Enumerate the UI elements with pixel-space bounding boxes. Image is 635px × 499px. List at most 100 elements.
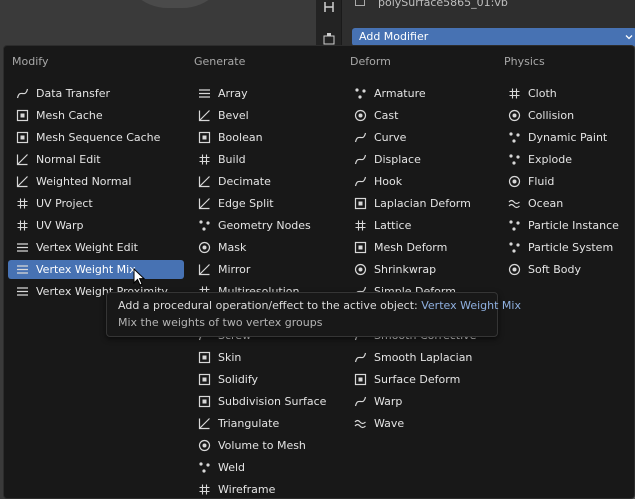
properties-tabs — [316, 0, 342, 46]
tooltip-operator: Vertex Weight Mix — [421, 299, 521, 312]
weld-icon — [199, 462, 210, 473]
normal-edit-icon — [16, 154, 28, 166]
menu-item-explode[interactable]: Explode — [500, 150, 628, 169]
menu-item-particle-system[interactable]: Particle System — [500, 238, 628, 257]
menu-item-warp[interactable]: Warp — [346, 392, 494, 411]
menu-item-label: Particle System — [528, 241, 614, 254]
menu-item-label: UV Project — [36, 197, 93, 210]
menu-item-label: Mirror — [218, 263, 251, 276]
menu-item-boolean[interactable]: Boolean — [190, 128, 340, 147]
hook-icon — [354, 176, 367, 187]
mesh-deform-icon — [354, 241, 367, 254]
build-icon — [199, 154, 210, 165]
menu-item-array[interactable]: Array — [190, 84, 340, 103]
menu-item-subdivision-surface[interactable]: Subdivision Surface — [190, 392, 340, 411]
menu-item-label: Shrinkwrap — [374, 263, 437, 276]
menu-item-normal-edit[interactable]: Normal Edit — [8, 150, 184, 169]
column-header-generate: Generate — [194, 55, 246, 68]
menu-item-label: Warp — [374, 395, 403, 408]
menu-item-ocean[interactable]: Ocean — [500, 194, 628, 213]
menu-item-lattice[interactable]: Lattice — [346, 216, 494, 235]
menu-item-skin[interactable]: Skin — [190, 348, 340, 367]
menu-item-wave[interactable]: Wave — [346, 414, 494, 433]
menu-item-label: Laplacian Deform — [374, 197, 471, 210]
menu-item-solidify[interactable]: Solidify — [190, 370, 340, 389]
object-mesh-icon — [355, 0, 365, 6]
mouse-cursor-icon — [133, 268, 146, 286]
menu-item-label: Normal Edit — [36, 153, 101, 166]
boolean-icon — [198, 131, 211, 144]
menu-item-label: Cast — [374, 109, 399, 122]
menu-item-label: Bevel — [218, 109, 249, 122]
surface-deform-icon — [354, 373, 367, 386]
menu-item-smooth-laplacian[interactable]: Smooth Laplacian — [346, 348, 494, 367]
menu-item-label: Explode — [528, 153, 572, 166]
lattice-icon — [355, 220, 366, 231]
explode-icon — [509, 154, 520, 165]
menu-item-decimate[interactable]: Decimate — [190, 172, 340, 191]
chevron-down-icon — [625, 35, 633, 40]
menu-item-armature[interactable]: Armature — [346, 84, 494, 103]
menu-item-mirror[interactable]: Mirror — [190, 260, 340, 279]
menu-item-weighted-normal[interactable]: Weighted Normal — [8, 172, 184, 191]
vertex-weight-icon — [17, 265, 28, 274]
menu-item-label: Hook — [374, 175, 403, 188]
tooltip-description: Add a procedural operation/effect to the… — [118, 299, 521, 312]
menu-item-label: Vertex Weight Edit — [36, 241, 138, 254]
menu-item-label: Data Transfer — [36, 87, 110, 100]
modifier-tab-icon[interactable] — [322, 0, 336, 14]
menu-item-wireframe[interactable]: Wireframe — [190, 480, 340, 499]
menu-item-label: Triangulate — [218, 417, 280, 430]
menu-item-fluid[interactable]: Fluid — [500, 172, 628, 191]
menu-item-label: Mesh Sequence Cache — [36, 131, 161, 144]
menu-item-cloth[interactable]: Cloth — [500, 84, 628, 103]
dynamic-paint-icon — [509, 132, 520, 143]
menu-item-mesh-deform[interactable]: Mesh Deform — [346, 238, 494, 257]
menu-item-label: Solidify — [218, 373, 259, 386]
menu-item-label: Mask — [218, 241, 247, 254]
viewport-object — [120, 0, 230, 8]
menu-item-build[interactable]: Build — [190, 150, 340, 169]
subdivision-surface-icon — [198, 395, 211, 408]
menu-item-mask[interactable]: Mask — [190, 238, 340, 257]
menu-item-label: Skin — [218, 351, 242, 364]
menu-item-soft-body[interactable]: Soft Body — [500, 260, 628, 279]
menu-item-label: Armature — [374, 87, 426, 100]
particles-tab-icon[interactable] — [322, 32, 336, 46]
menu-item-label: Mesh Deform — [374, 241, 448, 254]
menu-item-hook[interactable]: Hook — [346, 172, 494, 191]
menu-item-label: Weighted Normal — [36, 175, 132, 188]
menu-item-geometry-nodes[interactable]: Geometry Nodes — [190, 216, 340, 235]
menu-item-volume-to-mesh[interactable]: Volume to Mesh — [190, 436, 340, 455]
menu-item-laplacian-deform[interactable]: Laplacian Deform — [346, 194, 494, 213]
mask-icon — [198, 241, 211, 254]
menu-item-vertex-weight-mix[interactable]: Vertex Weight Mix — [8, 260, 184, 279]
menu-item-triangulate[interactable]: Triangulate — [190, 414, 340, 433]
menu-item-cast[interactable]: Cast — [346, 106, 494, 125]
column-header-modify: Modify — [12, 55, 49, 68]
menu-item-label: Geometry Nodes — [218, 219, 311, 232]
menu-item-label: Decimate — [218, 175, 271, 188]
add-modifier-button[interactable]: Add Modifier — [352, 28, 635, 46]
menu-item-uv-project[interactable]: UV Project — [8, 194, 184, 213]
menu-item-label: Weld — [218, 461, 246, 474]
mesh-cache-icon — [16, 109, 29, 122]
menu-item-data-transfer[interactable]: Data Transfer — [8, 84, 184, 103]
menu-item-label: Boolean — [218, 131, 263, 144]
menu-item-displace[interactable]: Displace — [346, 150, 494, 169]
menu-item-bevel[interactable]: Bevel — [190, 106, 340, 125]
menu-item-uv-warp[interactable]: UV Warp — [8, 216, 184, 235]
menu-item-mesh-cache[interactable]: Mesh Cache — [8, 106, 184, 125]
menu-item-shrinkwrap[interactable]: Shrinkwrap — [346, 260, 494, 279]
menu-item-curve[interactable]: Curve — [346, 128, 494, 147]
menu-item-dynamic-paint[interactable]: Dynamic Paint — [500, 128, 628, 147]
menu-item-collision[interactable]: Collision — [500, 106, 628, 125]
menu-item-particle-instance[interactable]: Particle Instance — [500, 216, 628, 235]
laplacian-deform-icon — [354, 197, 367, 210]
menu-item-surface-deform[interactable]: Surface Deform — [346, 370, 494, 389]
menu-item-vertex-weight-edit[interactable]: Vertex Weight Edit — [8, 238, 184, 257]
menu-item-mesh-sequence-cache[interactable]: Mesh Sequence Cache — [8, 128, 184, 147]
tooltip-prefix: Add a procedural operation/effect to the… — [118, 299, 418, 312]
menu-item-weld[interactable]: Weld — [190, 458, 340, 477]
menu-item-edge-split[interactable]: Edge Split — [190, 194, 340, 213]
